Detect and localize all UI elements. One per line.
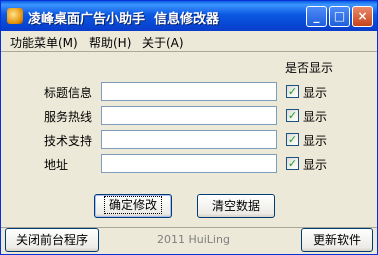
service-hotline-show-checkbox[interactable]: ✓ <box>286 109 299 122</box>
app-icon <box>7 8 23 24</box>
maximize-button[interactable]: □ <box>329 6 350 27</box>
tech-support-show-checkbox[interactable]: ✓ <box>286 133 299 146</box>
tech-support-show-label: 显示 <box>303 134 328 148</box>
close-button[interactable]: × <box>352 6 373 27</box>
title-info-show-checkbox[interactable]: ✓ <box>286 85 299 98</box>
check-icon: ✓ <box>287 133 298 146</box>
menu-divider <box>1 51 377 52</box>
minimize-button[interactable]: _ <box>306 6 327 27</box>
window-title: 凌峰桌面广告小助手 信息修改器 <box>28 12 220 27</box>
clear-data-button[interactable]: 清空数据 <box>197 194 275 218</box>
check-icon: ✓ <box>287 157 298 170</box>
minimize-icon: _ <box>313 9 320 23</box>
address-show-label: 显示 <box>303 158 328 172</box>
check-icon: ✓ <box>287 85 298 98</box>
main-window: 凌峰桌面广告小助手 信息修改器 _ □ × 功能菜单(M) 帮助(H) 关于(A… <box>0 0 378 255</box>
address-label: 地址 <box>44 158 69 172</box>
close-front-program-button[interactable]: 关闭前台程序 <box>5 228 99 252</box>
copyright-text: 2011 HuiLing <box>157 233 230 246</box>
title-bar[interactable]: 凌峰桌面广告小助手 信息修改器 _ □ × <box>1 1 377 31</box>
service-hotline-input[interactable] <box>101 106 277 125</box>
confirm-modify-label: 确定修改 <box>103 196 162 214</box>
tech-support-input[interactable] <box>101 130 277 149</box>
service-hotline-label: 服务热线 <box>44 110 93 124</box>
title-info-label: 标题信息 <box>44 86 93 100</box>
menu-item-functions[interactable]: 功能菜单(M) <box>10 34 78 51</box>
close-icon: × <box>357 9 368 23</box>
menu-item-help[interactable]: 帮助(H) <box>89 34 131 51</box>
service-hotline-show-label: 显示 <box>303 110 328 124</box>
title-info-show-label: 显示 <box>303 86 328 100</box>
update-software-button[interactable]: 更新软件 <box>301 228 373 252</box>
confirm-modify-button[interactable]: 确定修改 <box>94 194 172 218</box>
address-show-checkbox[interactable]: ✓ <box>286 157 299 170</box>
tech-support-label: 技术支持 <box>44 134 93 148</box>
maximize-icon: □ <box>333 9 346 23</box>
title-info-input[interactable] <box>101 82 277 101</box>
check-icon: ✓ <box>287 109 298 122</box>
menu-item-about[interactable]: 关于(A) <box>142 34 184 51</box>
menu-bar: 功能菜单(M) 帮助(H) 关于(A) <box>1 31 377 51</box>
show-column-header: 是否显示 <box>285 61 334 75</box>
address-input[interactable] <box>101 154 277 173</box>
